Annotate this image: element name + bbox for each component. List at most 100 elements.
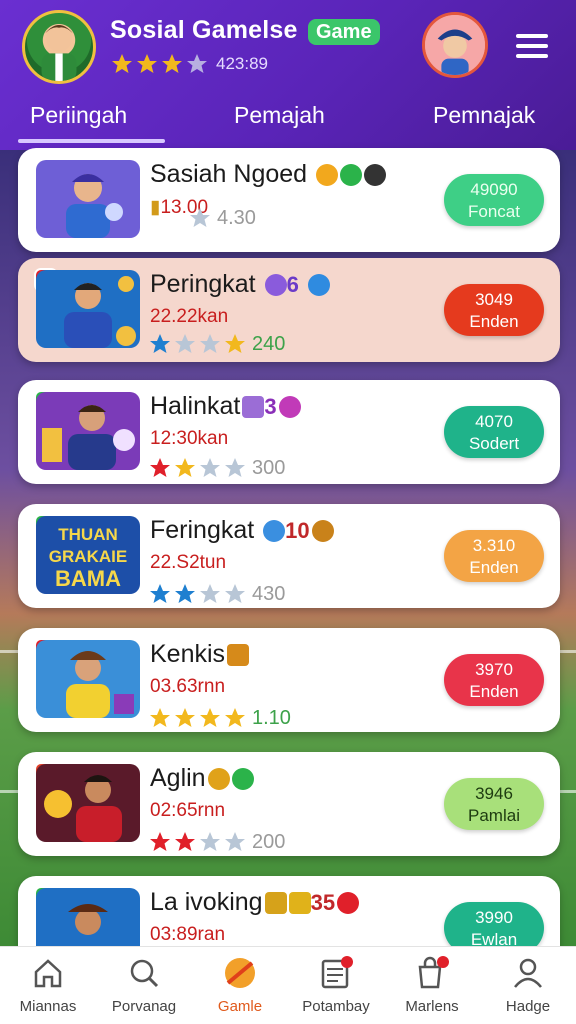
list-item[interactable]: Kenkis 03.63rnn 1.10 3970 Enden: [18, 628, 560, 732]
thumb-text-3: BAMA: [55, 566, 121, 591]
star-outline-icon: [175, 334, 195, 353]
rating-value: 200: [252, 830, 286, 853]
list-item[interactable]: Peringkat 6 22.22kan 240 3049 Enden: [18, 258, 560, 362]
action-button[interactable]: 4070 Sodert: [444, 406, 544, 458]
tab-pemajah[interactable]: Pemajah: [234, 102, 325, 129]
star-icon: [150, 708, 170, 727]
tab-pemnajak[interactable]: Pemnajak: [433, 102, 535, 129]
star-icon: [150, 458, 170, 477]
nav-label: Hadge: [505, 998, 551, 1015]
nav-label: Potambay: [302, 998, 370, 1015]
tab-periingah[interactable]: Periingah: [17, 102, 166, 143]
rating-value: 4.30: [217, 206, 256, 229]
star-icon: [150, 334, 170, 353]
hamburger-menu-icon[interactable]: [516, 34, 548, 60]
plus-icon: [307, 274, 330, 297]
shopping-bag-icon: [418, 956, 449, 989]
action-button[interactable]: 3970 Enden: [444, 654, 544, 706]
star-outline-icon: [200, 832, 220, 851]
coin-icon: [207, 768, 230, 791]
nav-item-gamle[interactable]: Gamle: [192, 947, 288, 1024]
rating-value: 300: [252, 456, 286, 479]
star-icon: [175, 584, 195, 603]
star-outline-icon: [225, 832, 245, 851]
rating-value: 1.10: [252, 706, 291, 729]
star-icon: [150, 584, 170, 603]
nav-item-marlens[interactable]: Marlens: [384, 947, 480, 1024]
star-icon: [225, 334, 245, 353]
profile-icon: [514, 958, 542, 988]
item-rating: 4.30: [188, 206, 256, 230]
thumb-text-1: THUAN: [58, 525, 118, 544]
thumb-text-2: GRAKAIE: [49, 547, 127, 566]
star-icon: [225, 708, 245, 727]
game-thumbnail: [36, 270, 140, 348]
item-subtitle: 12:30kan: [150, 428, 229, 449]
check-icon: [231, 768, 254, 791]
nav-item-hadge[interactable]: Hadge: [480, 947, 576, 1024]
game-thumbnail: [36, 764, 140, 842]
star-outline-icon: [200, 584, 220, 603]
search-icon: [130, 959, 159, 988]
nav-item-miannas[interactable]: Miannas: [0, 947, 96, 1024]
star-icon: [150, 832, 170, 851]
star-icon: [162, 54, 182, 73]
game-thumbnail: THUAN GRAKAIE BAMA: [36, 516, 140, 594]
star-icon: [175, 458, 195, 477]
app-header: Sosial Gamelse Game 423:89 Periingah Pem…: [0, 0, 576, 150]
rating-value: 240: [252, 332, 286, 355]
coin-icon: [311, 520, 334, 543]
list-item[interactable]: Sasiah Ngoed ▮13.00 4.30 49090 Foncat: [18, 148, 560, 252]
gem-icon: [337, 892, 360, 915]
nav-label: Porvanag: [111, 998, 177, 1015]
game-badge: Game: [308, 19, 380, 45]
ticket-icon: [264, 892, 287, 915]
game-ball-icon: [225, 958, 255, 988]
item-subtitle: 03:89ran: [150, 924, 226, 945]
star-outline-icon: [190, 208, 210, 227]
star-outline-icon: [225, 458, 245, 477]
item-title: La ivoking 35: [150, 888, 360, 917]
player-avatar-icon[interactable]: [22, 10, 96, 84]
header-rating: 423:89: [110, 52, 268, 76]
coin-stack-icon: [288, 892, 311, 915]
game-thumbnail: [36, 160, 140, 238]
bottom-navigation: Miannas Porvanag Gamle Potambay Marlens …: [0, 946, 576, 1024]
action-button[interactable]: 3946 Pamlai: [444, 778, 544, 830]
rocket-icon: [263, 520, 286, 543]
action-button[interactable]: 3049 Enden: [444, 284, 544, 336]
action-button[interactable]: 3.310 Enden: [444, 530, 544, 582]
list-item[interactable]: Halinkat 3 12:30kan 300 4070 Sodert: [18, 380, 560, 484]
player-icon: [364, 164, 387, 187]
star-icon: [175, 708, 195, 727]
game-thumbnail: [36, 640, 140, 718]
item-title: Feringkat 10: [150, 516, 334, 545]
star-half-icon: [187, 54, 207, 73]
nav-label: Gamle: [217, 998, 263, 1015]
dice-icon: [242, 396, 265, 419]
item-rating: 1.10: [148, 706, 291, 730]
coin-icon: [316, 164, 339, 187]
item-title: Halinkat 3: [150, 392, 301, 421]
nav-label: Miannas: [19, 998, 77, 1015]
action-button[interactable]: 49090 Foncat: [444, 174, 544, 226]
news-icon: [321, 956, 353, 989]
list-item[interactable]: Aglin 02:65rnn 200 3946 Pamlai: [18, 752, 560, 856]
item-title: Kenkis: [150, 640, 250, 669]
app-title: Sosial Gamelse: [110, 16, 298, 44]
item-subtitle: 03.63rnn: [150, 676, 226, 697]
item-subtitle: 02:65rnn: [150, 800, 226, 821]
star-icon: [137, 54, 157, 73]
tab-bar: Periingah Pemajah Pemnajak: [0, 96, 576, 146]
nav-item-potambay[interactable]: Potambay: [288, 947, 384, 1024]
star-icon: [200, 708, 220, 727]
item-rating: 300: [148, 456, 285, 480]
item-rating: 200: [148, 830, 285, 854]
chest-icon: [227, 644, 250, 667]
profile-avatar-icon[interactable]: [422, 12, 488, 78]
item-rating: 430: [148, 582, 285, 606]
list-item[interactable]: THUAN GRAKAIE BAMA Feringkat 10 22.S2tun…: [18, 504, 560, 608]
item-title: Sasiah Ngoed: [150, 160, 387, 189]
item-subtitle: 22.22kan: [150, 306, 229, 327]
nav-item-porvanag[interactable]: Porvanag: [96, 947, 192, 1024]
